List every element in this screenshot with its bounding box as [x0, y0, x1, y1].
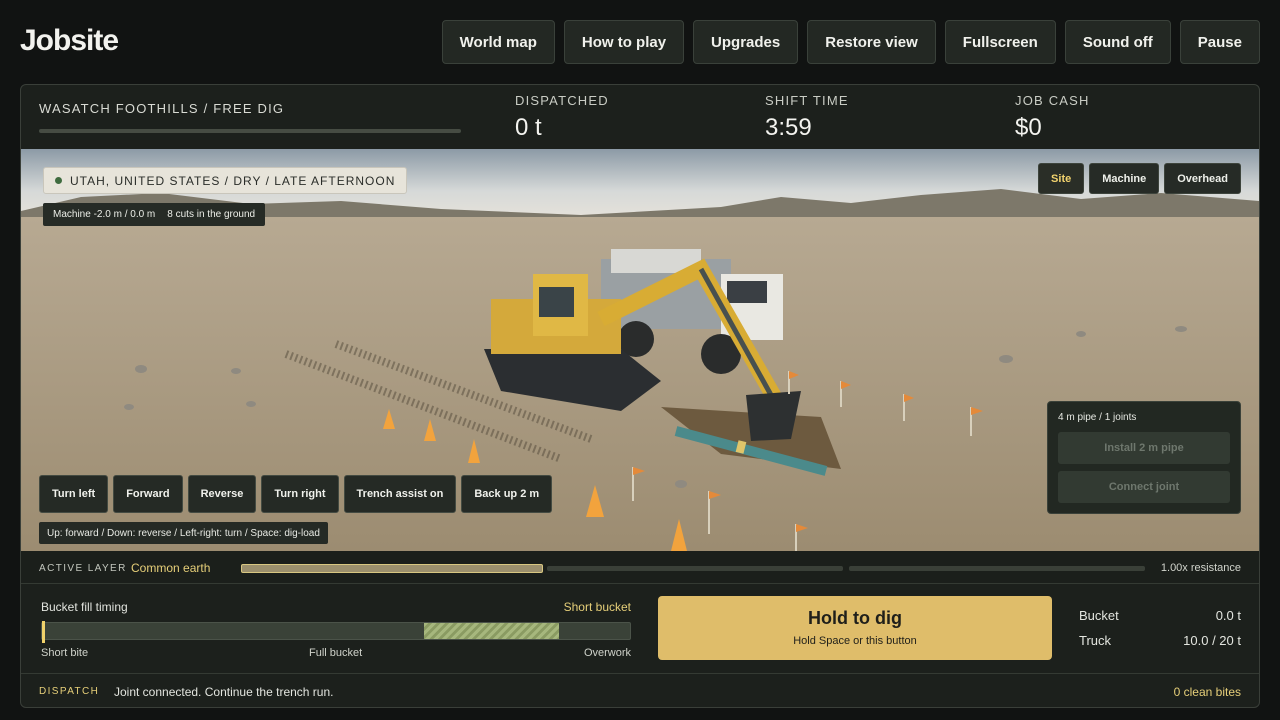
truck-load-label: Truck — [1079, 633, 1112, 648]
dispatched-label: DISPATCHED — [515, 93, 609, 108]
dispatch-bar: DISPATCH Joint connected. Continue the t… — [21, 673, 1259, 707]
bucket-load-row: Bucket 0.0 t — [1079, 608, 1241, 633]
view-machine-button[interactable]: Machine — [1089, 163, 1160, 194]
job-cash-label: JOB CASH — [1015, 93, 1090, 108]
truck-load-value: 10.0 / 20 t — [1183, 633, 1241, 648]
job-cash-stat: JOB CASH $0 — [1015, 93, 1090, 142]
keyboard-hint: Up: forward / Down: reverse / Left-right… — [39, 522, 328, 544]
bucket-timing-state: Short bucket — [563, 600, 631, 614]
site-location-pill: UTAH, UNITED STATES / DRY / LATE AFTERNO… — [43, 167, 408, 194]
clean-bites-count: 0 clean bites — [1173, 685, 1241, 699]
layer-segment-1 — [241, 564, 543, 573]
location-title: WASATCH FOOTHILLS / FREE DIG — [39, 101, 285, 116]
pause-button[interactable]: Pause — [1179, 20, 1260, 64]
active-layer-bar: ACTIVE LAYER Common earth 1.00x resistan… — [21, 551, 1259, 584]
resistance-value: 1.00x resistance — [1160, 562, 1241, 574]
timing-sweet-zone — [424, 623, 560, 639]
dispatch-message: Joint connected. Continue the trench run… — [114, 685, 334, 699]
active-layer-label: ACTIVE LAYER — [39, 563, 127, 574]
trench-assist-toggle[interactable]: Trench assist on — [343, 475, 457, 513]
back-up-button[interactable]: Back up 2 m — [461, 475, 553, 513]
sound-toggle-button[interactable]: Sound off — [1064, 20, 1171, 64]
turn-left-button[interactable]: Turn left — [39, 475, 109, 513]
reverse-button[interactable]: Reverse — [187, 475, 257, 513]
shift-time-stat: SHIFT TIME 3:59 — [765, 93, 849, 142]
shift-time-value: 3:59 — [765, 114, 812, 141]
load-readouts: Bucket 0.0 t Truck 10.0 / 20 t — [1079, 608, 1241, 658]
fullscreen-button[interactable]: Fullscreen — [944, 20, 1056, 64]
dig-button-title: Hold to dig — [808, 608, 902, 628]
machine-position: Machine -2.0 m / 0.0 m — [53, 209, 156, 220]
job-cash-value: $0 — [1015, 114, 1042, 141]
top-nav: World map How to play Upgrades Restore v… — [441, 20, 1260, 64]
dispatched-stat: DISPATCHED 0 t — [515, 93, 609, 142]
view-site-button[interactable]: Site — [1038, 163, 1085, 194]
install-pipe-button[interactable]: Install 2 m pipe — [1058, 432, 1230, 464]
dispatch-label: DISPATCH — [39, 686, 100, 697]
game-viewport[interactable]: UTAH, UNITED STATES / DRY / LATE AFTERNO… — [21, 149, 1259, 551]
bucket-timing-label: Bucket fill timing — [41, 600, 128, 614]
dig-button-subtitle: Hold Space or this button — [793, 635, 917, 647]
layer-segment-3 — [849, 566, 1145, 571]
how-to-play-button[interactable]: How to play — [563, 20, 685, 64]
status-dot-icon — [55, 177, 62, 184]
forward-button[interactable]: Forward — [113, 475, 183, 513]
stats-bar: WASATCH FOOTHILLS / FREE DIG DISPATCHED … — [21, 85, 1259, 149]
pipe-status: 4 m pipe / 1 joints — [1058, 412, 1137, 423]
bucket-load-label: Bucket — [1079, 608, 1119, 623]
app-title: Jobsite — [20, 24, 119, 57]
site-location-text: UTAH, UNITED STATES / DRY / LATE AFTERNO… — [70, 173, 396, 188]
machine-info: Machine -2.0 m / 0.0 m 8 cuts in the gro… — [43, 203, 266, 226]
upgrades-button[interactable]: Upgrades — [693, 20, 799, 64]
dig-controls: Bucket fill timing Short bucket Short bi… — [21, 584, 1259, 673]
world-map-button[interactable]: World map — [441, 20, 555, 64]
cuts-count: 8 cuts in the ground — [167, 209, 256, 220]
tick-short-bite: Short bite — [41, 647, 89, 659]
turn-right-button[interactable]: Turn right — [261, 475, 339, 513]
location-progress — [39, 129, 461, 133]
game-panel: WASATCH FOOTHILLS / FREE DIG DISPATCHED … — [20, 84, 1260, 708]
dispatched-value: 0 t — [515, 114, 542, 141]
tick-overwork: Overwork — [583, 647, 631, 659]
connect-joint-button[interactable]: Connect joint — [1058, 471, 1230, 503]
pipe-panel: 4 m pipe / 1 joints Install 2 m pipe Con… — [1047, 401, 1241, 514]
restore-view-button[interactable]: Restore view — [807, 20, 936, 64]
bucket-timing-meter — [41, 621, 631, 643]
layer-segment-2 — [547, 566, 843, 571]
hold-to-dig-button[interactable]: Hold to dig Hold Space or this button — [658, 596, 1052, 660]
truck-load-row: Truck 10.0 / 20 t — [1079, 633, 1241, 658]
timing-marker — [42, 621, 45, 643]
tick-full-bucket: Full bucket — [309, 647, 363, 659]
drive-controls: Turn left Forward Reverse Turn right Tre… — [39, 475, 553, 513]
view-overhead-button[interactable]: Overhead — [1164, 163, 1241, 194]
top-bar: Jobsite World map How to play Upgrades R… — [0, 0, 1280, 84]
active-layer-name: Common earth — [131, 561, 211, 575]
bucket-load-value: 0.0 t — [1215, 608, 1241, 623]
shift-time-label: SHIFT TIME — [765, 93, 849, 108]
camera-views: Site Machine Overhead — [1038, 163, 1241, 194]
